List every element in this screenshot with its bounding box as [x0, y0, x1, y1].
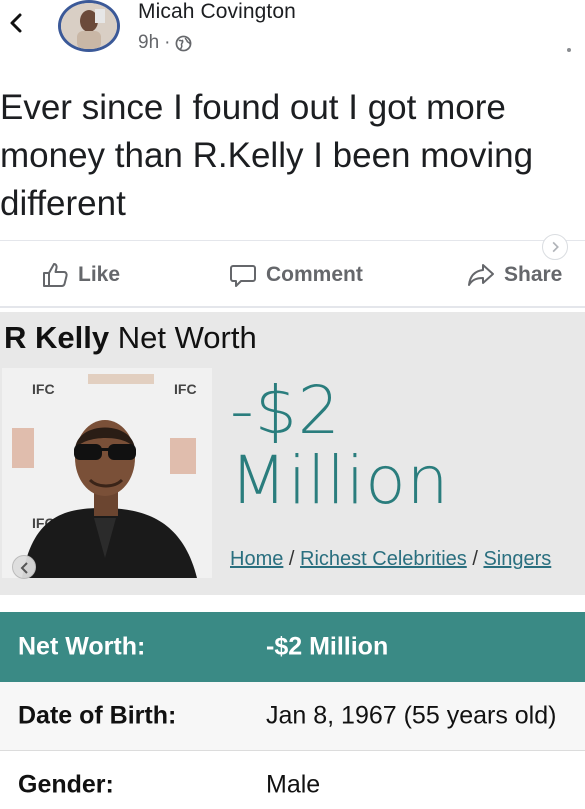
title-suffix: Net Worth	[117, 320, 257, 355]
facebook-post: Micah Covington 9h · Ever since I found …	[0, 0, 585, 312]
net-worth-card: R Kelly Net Worth IFC IFC IFC -$2 Millio…	[0, 312, 585, 595]
share-button[interactable]: Share	[466, 250, 562, 300]
celebrity-name: R Kelly	[4, 320, 110, 355]
meta-separator: ·	[164, 32, 171, 53]
breadcrumb-separator: /	[472, 548, 478, 570]
backdrop-text: IFC	[174, 381, 197, 397]
row-value: Jan 8, 1967 (55 years old)	[266, 701, 557, 730]
row-label: Date of Birth:	[18, 701, 177, 730]
breadcrumb-separator: /	[288, 548, 295, 570]
comment-button[interactable]: Comment	[228, 250, 363, 300]
breadcrumb-richest-celebrities[interactable]: Richest Celebrities	[300, 548, 467, 570]
avatar[interactable]	[58, 0, 120, 52]
post-meta: 9h ·	[138, 32, 192, 54]
previous-image-button[interactable]	[12, 555, 36, 579]
table-row: Date of Birth: Jan 8, 1967 (55 years old…	[0, 682, 585, 750]
net-worth-table: Net Worth: -$2 Million Date of Birth: Ja…	[0, 612, 585, 809]
post-author-name[interactable]: Micah Covington	[138, 0, 296, 24]
share-label: Share	[504, 263, 563, 286]
row-label: Net Worth:	[18, 632, 146, 661]
table-row: Net Worth: -$2 Million	[0, 612, 585, 682]
globe-icon	[176, 35, 192, 51]
like-icon	[43, 263, 68, 287]
like-label: Like	[78, 263, 121, 286]
backdrop-text: IFC	[32, 381, 55, 397]
share-icon	[468, 264, 494, 286]
net-worth-amount: -$2	[230, 372, 341, 449]
celebrity-photo[interactable]: IFC IFC IFC	[2, 368, 212, 578]
comment-label: Comment	[266, 263, 363, 286]
post-text: Ever since I found out I got more money …	[0, 88, 534, 223]
page-title: R Kelly Net Worth	[4, 320, 257, 356]
more-options-icon[interactable]	[567, 48, 571, 52]
row-value: -$2 Million	[266, 632, 389, 661]
divider	[0, 240, 585, 241]
post-time[interactable]: 9h	[138, 32, 159, 54]
chevron-left-icon	[20, 562, 28, 574]
table-row: Gender: Male	[0, 750, 585, 809]
like-button[interactable]: Like	[40, 250, 120, 300]
post-actions: Like Comment Share	[0, 250, 585, 300]
breadcrumb: Home / Richest Celebrities / Singers	[230, 548, 551, 571]
net-worth-headline: -$2 Million	[230, 376, 450, 516]
divider	[0, 306, 585, 308]
breadcrumb-home[interactable]: Home	[230, 548, 283, 570]
row-value: Male	[266, 770, 321, 798]
net-worth-unit: Million	[230, 442, 450, 519]
back-arrow-icon[interactable]	[6, 12, 28, 34]
row-label: Gender:	[18, 770, 114, 798]
breadcrumb-singers[interactable]: Singers	[483, 548, 551, 570]
comment-icon	[230, 265, 256, 287]
